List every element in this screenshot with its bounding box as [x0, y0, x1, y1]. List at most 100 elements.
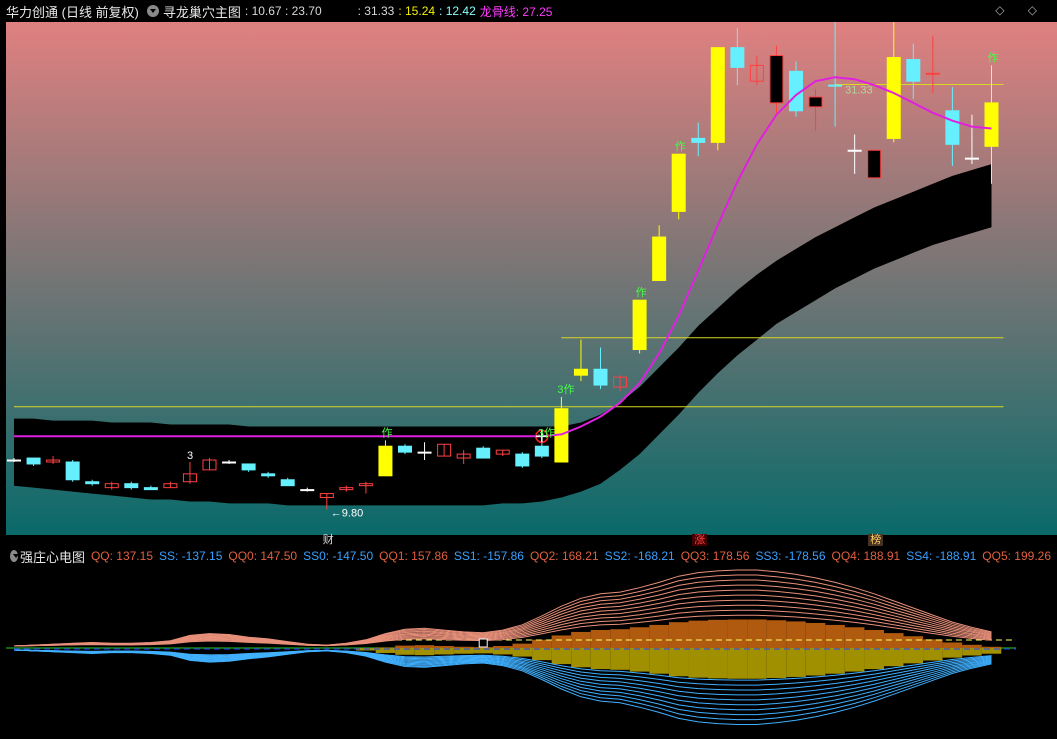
candle-body: [652, 236, 667, 281]
sub-fill-down: [610, 648, 630, 670]
candle-body: [925, 72, 940, 75]
sub-fill-up: [747, 619, 767, 648]
candle-body: [476, 447, 491, 459]
candle-body: [906, 58, 921, 82]
sub-fill-down: [883, 648, 904, 667]
sub-indicator-value: QQ5: 199.26: [982, 549, 1051, 563]
candle-body: [886, 57, 901, 139]
candle-body: [7, 459, 21, 462]
candle-body: [573, 368, 588, 376]
sub-indicator-value: QQ: 137.15: [90, 549, 153, 563]
sub-fill-down: [688, 648, 709, 678]
candle-body: [984, 102, 999, 147]
sub-fill-up: [786, 621, 806, 648]
sub-indicator-value: SS0: -147.50: [303, 549, 374, 563]
sub-fill-up: [414, 645, 435, 648]
max-price-label: 31.33: [845, 85, 873, 97]
event-mark[interactable]: 财: [321, 534, 336, 546]
candle-body: [143, 487, 158, 491]
candle-body: [847, 149, 862, 152]
indicator-values-a: : 10.67 : 23.70: [244, 4, 322, 18]
sub-fill-down: [844, 648, 865, 672]
sub-indicator-value: SS2: -168.21: [604, 549, 675, 563]
candle-body: [222, 461, 237, 464]
candle-body: [378, 445, 393, 477]
event-mark[interactable]: 涨: [692, 534, 708, 546]
sub-indicator-value: SS: -137.15: [159, 549, 223, 563]
candle-body: [808, 96, 823, 108]
candle-body: [65, 461, 80, 481]
sub-indicator-chart[interactable]: [6, 565, 1057, 739]
signal-label: 3作: [538, 426, 555, 439]
sub-indicator-value: SS1: -157.86: [453, 549, 524, 563]
main-price-chart[interactable]: 作3作3作作作作作作331.33←9.80: [6, 22, 1057, 535]
sub-fill-up: [492, 645, 513, 648]
candle-body: [867, 149, 882, 179]
sub-fill-up: [629, 627, 650, 648]
sub-indicator-title[interactable]: 强庄心电图: [20, 547, 85, 565]
sub-indicator-value: QQ4: 188.91: [831, 549, 901, 563]
sub-fill-up: [395, 645, 415, 648]
sub-fill-up: [981, 646, 1002, 648]
sub-fill-up: [962, 644, 982, 648]
signal-label: 作: [636, 286, 647, 299]
sub-signal-box: [478, 638, 488, 648]
sub-fill-down: [668, 648, 689, 677]
chart-header: 华力创通 (日线 前复权) 寻龙巢穴主图 : 10.67 : 23.70 : 3…: [0, 0, 1057, 22]
signal-label: 作: [675, 140, 686, 153]
signal-label: 3作: [557, 383, 574, 396]
sub-fill-down: [727, 648, 748, 679]
sub-indicator-value: SS3: -178.56: [755, 549, 826, 563]
candle-body: [730, 47, 745, 68]
sub-fill-down: [590, 648, 611, 670]
sub-fill-up: [923, 639, 943, 648]
sub-fill-down: [629, 648, 650, 672]
candle-body: [26, 457, 41, 465]
sub-fill-up: [942, 642, 963, 648]
indicator-menu-icon[interactable]: [146, 5, 159, 17]
event-mark[interactable]: 榜: [868, 534, 884, 546]
sub-fill-up: [825, 624, 845, 648]
sub-fill-down: [923, 648, 943, 661]
main-indicator-name[interactable]: 寻龙巢穴主图: [163, 2, 241, 21]
sub-fill-down: [649, 648, 669, 674]
sub-fill-up: [532, 639, 552, 648]
sub-fill-up: [805, 622, 826, 648]
stock-name[interactable]: 华力创通 (日线 前复权): [6, 2, 139, 21]
indicator-values-c: : 15.24: [398, 4, 436, 18]
event-marker-strip: 财涨榜: [6, 534, 1057, 547]
sub-fill-down: [532, 648, 552, 661]
sub-fill-up: [708, 619, 728, 648]
candle-body: [769, 55, 784, 104]
sub-fill-down: [864, 648, 884, 670]
sub-fill-up: [766, 620, 787, 648]
candle-body: [964, 157, 979, 160]
sub-fill-up: [883, 633, 904, 648]
candle-body: [300, 489, 315, 492]
sub-indicator-header: 强庄心电图 QQ: 137.15 SS: -137.15 QQ0: 147.50 SS…: [0, 547, 1057, 565]
sub-fill-up: [688, 620, 709, 648]
candle-body: [417, 451, 432, 454]
sub-fill-down: [825, 648, 845, 674]
candle-body: [241, 463, 256, 471]
sub-indicator-value: SS4: -188.91: [906, 549, 977, 563]
candle-body: [828, 84, 843, 87]
sub-fill-up: [610, 629, 630, 648]
sub-fill-down: [747, 648, 767, 679]
sub-fill-up: [864, 629, 884, 648]
candle-body: [593, 368, 608, 386]
candle-body: [398, 445, 412, 453]
candle-body: [534, 445, 549, 457]
window-controls-icon[interactable]: ◇ ◇: [995, 3, 1047, 17]
sub-fill-up: [844, 627, 865, 648]
sub-fill-down: [805, 648, 826, 676]
candle-body: [945, 110, 960, 145]
sub-indicator-menu-icon[interactable]: [10, 550, 19, 562]
candle-body: [671, 153, 686, 212]
sub-fill-up: [551, 635, 572, 648]
sub-fill-down: [551, 648, 572, 665]
candle-body: [124, 483, 139, 489]
sub-fill-up: [903, 636, 924, 648]
sub-fill-up: [649, 624, 669, 648]
sub-fill-down: [786, 648, 806, 677]
